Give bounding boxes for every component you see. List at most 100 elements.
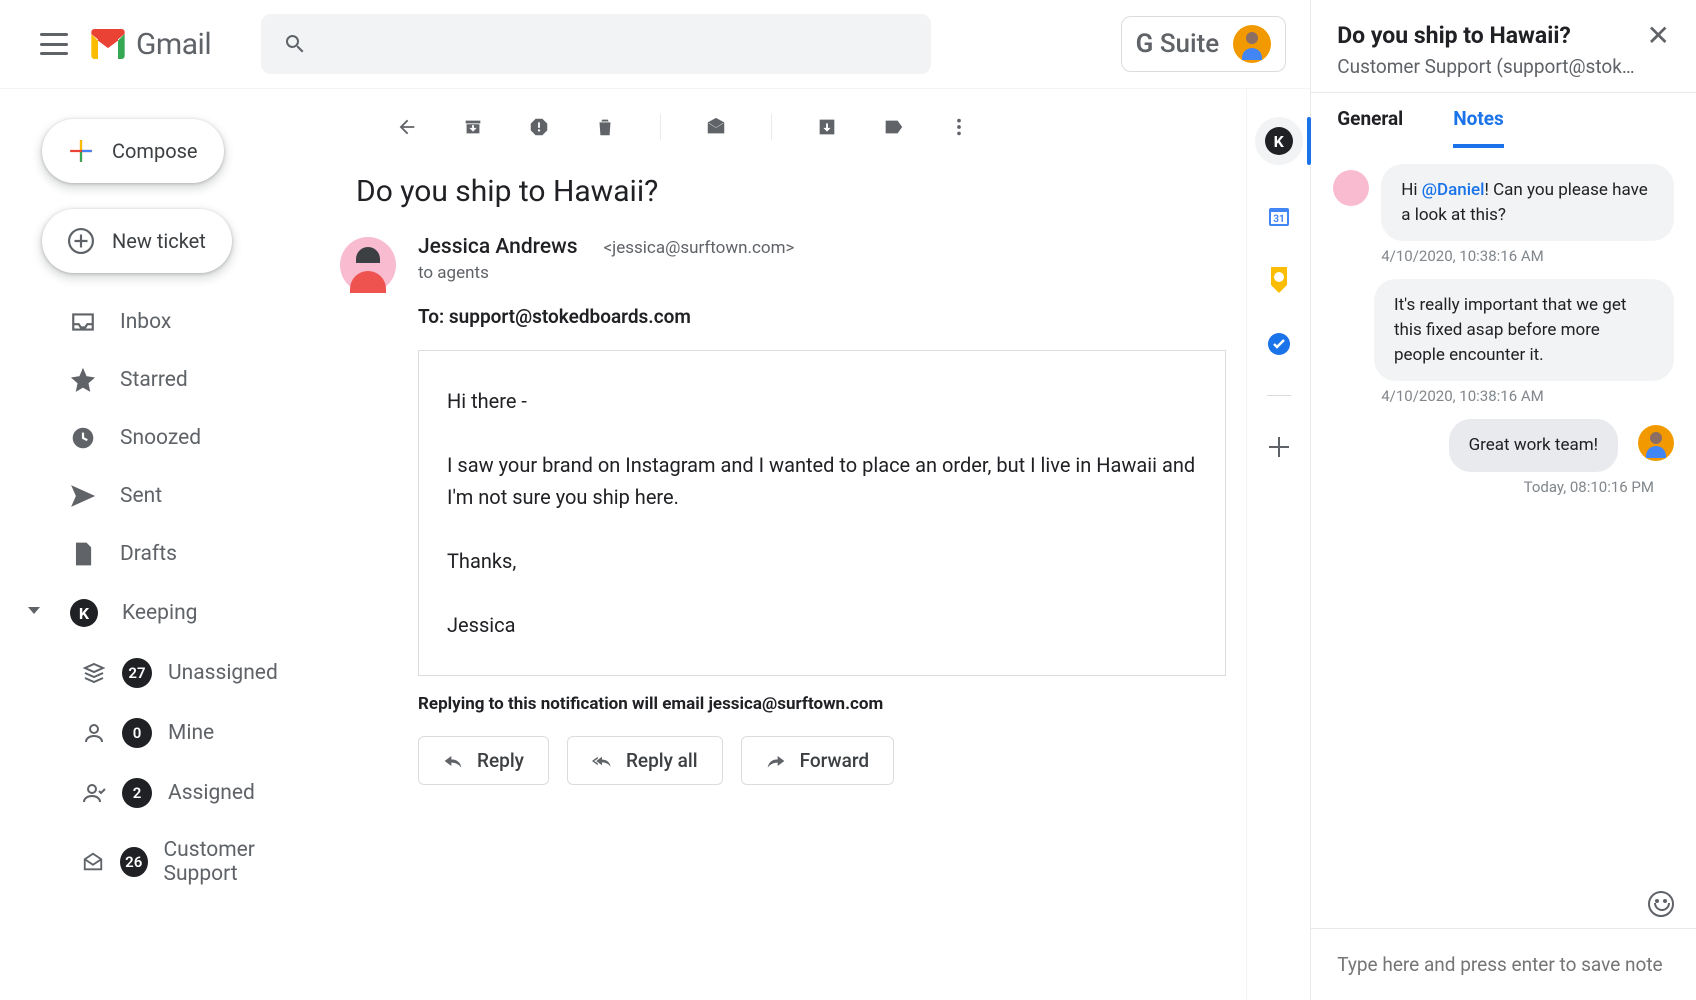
divider <box>660 114 661 140</box>
compose-label: Compose <box>112 139 198 163</box>
badge: 27 <box>122 658 152 688</box>
sidebar-item-snoozed[interactable]: Snoozed <box>42 415 320 461</box>
rail-divider <box>1267 395 1291 396</box>
panel-title: Do you ship to Hawaii? <box>1337 22 1634 49</box>
archive-icon[interactable] <box>462 116 484 138</box>
menu-icon[interactable] <box>40 33 68 55</box>
sidebar-item-inbox[interactable]: Inbox <box>42 299 320 345</box>
badge: 2 <box>122 778 152 808</box>
rail-calendar-icon[interactable]: 31 <box>1266 203 1292 229</box>
rail-keep-icon[interactable] <box>1266 267 1292 293</box>
app-header: Gmail G G SuiteSuite <box>0 0 1310 89</box>
nav-label: Inbox <box>120 310 171 334</box>
btn-label: Reply <box>477 749 524 772</box>
svg-text:31: 31 <box>1273 214 1284 225</box>
sidebar-sub-customer-support[interactable]: 26 Customer Support <box>42 829 320 895</box>
note-avatar <box>1638 425 1674 461</box>
forward-icon <box>766 753 786 769</box>
recipients-summary: to agents <box>418 263 1226 283</box>
plus-icon <box>68 138 94 164</box>
nav-label: Snoozed <box>120 426 201 450</box>
sent-icon <box>70 483 96 509</box>
notes-list: Hi @Daniel! Can you please have a look a… <box>1311 148 1696 928</box>
badge: 26 <box>120 847 148 877</box>
search-input[interactable] <box>261 14 931 74</box>
note-avatar <box>1333 170 1369 206</box>
forward-button[interactable]: Forward <box>741 736 895 785</box>
star-icon <box>70 367 96 393</box>
mail-open-icon <box>82 850 104 874</box>
sub-label: Unassigned <box>168 661 278 685</box>
note-input[interactable] <box>1337 953 1670 976</box>
sidebar-sub-unassigned[interactable]: 27 Unassigned <box>42 649 320 697</box>
sub-label: Assigned <box>168 781 255 805</box>
clock-icon <box>70 425 96 451</box>
email-body: Hi there - I saw your brand on Instagram… <box>418 350 1226 676</box>
spam-icon[interactable] <box>528 116 550 138</box>
plus-circle-icon <box>68 228 94 254</box>
nav-label: Drafts <box>120 542 177 566</box>
reply-notification: Replying to this notification will email… <box>418 694 1226 714</box>
close-icon[interactable]: ✕ <box>1647 22 1670 78</box>
sidebar: Compose New ticket Inbox Starred Snoozed… <box>0 89 320 1000</box>
sender-name: Jessica Andrews <box>418 235 578 259</box>
note-bubble: It's really important that we get this f… <box>1374 279 1674 381</box>
note-item: Great work team! <box>1333 419 1674 472</box>
new-ticket-button[interactable]: New ticket <box>42 209 232 273</box>
person-icon <box>82 721 106 745</box>
panel-subtitle: Customer Support (support@stok… <box>1337 55 1634 78</box>
body-line: Thanks, <box>447 545 1197 577</box>
email-subject: Do you ship to Hawaii? <box>340 164 1226 235</box>
sender-avatar <box>340 237 396 293</box>
to-line: To: support@stokedboards.com <box>418 305 1226 328</box>
user-avatar <box>1233 25 1271 63</box>
brand-name: Gmail <box>136 27 211 62</box>
body-line: Hi there - <box>447 385 1197 417</box>
mark-unread-icon[interactable] <box>705 116 727 138</box>
rail-tasks-icon[interactable] <box>1266 331 1292 357</box>
file-icon <box>70 541 96 567</box>
note-timestamp: 4/10/2020, 10:38:16 AM <box>1381 387 1674 405</box>
inbox-icon <box>70 309 96 335</box>
delete-icon[interactable] <box>594 116 616 138</box>
message-toolbar <box>340 89 1226 164</box>
sender-email: <jessica@surftown.com> <box>604 238 795 258</box>
emoji-icon[interactable] <box>1648 891 1674 917</box>
sidebar-item-drafts[interactable]: Drafts <box>42 531 320 577</box>
move-to-icon[interactable] <box>816 116 838 138</box>
sidebar-sub-mine[interactable]: 0 Mine <box>42 709 320 757</box>
sidebar-item-sent[interactable]: Sent <box>42 473 320 519</box>
reply-all-icon <box>592 753 612 769</box>
reply-button[interactable]: Reply <box>418 736 549 785</box>
gsuite-label: G G SuiteSuite <box>1136 29 1220 59</box>
side-panel: Do you ship to Hawaii? Customer Support … <box>1310 0 1696 1000</box>
tab-notes[interactable]: Notes <box>1453 107 1504 148</box>
rail-add-icon[interactable] <box>1266 434 1292 460</box>
compose-button[interactable]: Compose <box>42 119 224 183</box>
back-icon[interactable] <box>396 116 418 138</box>
badge: 0 <box>122 718 152 748</box>
new-ticket-label: New ticket <box>112 229 206 253</box>
sidebar-sub-assigned[interactable]: 2 Assigned <box>42 769 320 817</box>
note-item: Hi @Daniel! Can you please have a look a… <box>1333 164 1674 241</box>
addon-rail: K 31 <box>1246 89 1310 1000</box>
more-icon[interactable] <box>948 116 970 138</box>
account-switcher[interactable]: G G SuiteSuite <box>1121 16 1287 72</box>
note-timestamp: Today, 08:10:16 PM <box>1333 478 1654 496</box>
sidebar-item-keeping[interactable]: KKeeping <box>42 589 320 637</box>
note-bubble: Hi @Daniel! Can you please have a look a… <box>1381 164 1674 241</box>
note-input-row <box>1311 928 1696 1000</box>
tab-general[interactable]: General <box>1337 107 1403 148</box>
stack-icon <box>82 661 106 685</box>
sub-label: Customer Support <box>164 838 321 886</box>
rail-keeping-icon[interactable]: K <box>1255 117 1303 165</box>
reply-all-button[interactable]: Reply all <box>567 736 723 785</box>
label-icon[interactable] <box>882 116 904 138</box>
chevron-down-icon <box>28 607 40 614</box>
gmail-logo[interactable]: Gmail <box>88 27 211 62</box>
note-bubble: Great work team! <box>1449 419 1618 472</box>
nav-label: Starred <box>120 368 188 392</box>
sub-label: Mine <box>168 721 214 745</box>
sidebar-item-starred[interactable]: Starred <box>42 357 320 403</box>
panel-tabs: General Notes <box>1311 93 1696 148</box>
